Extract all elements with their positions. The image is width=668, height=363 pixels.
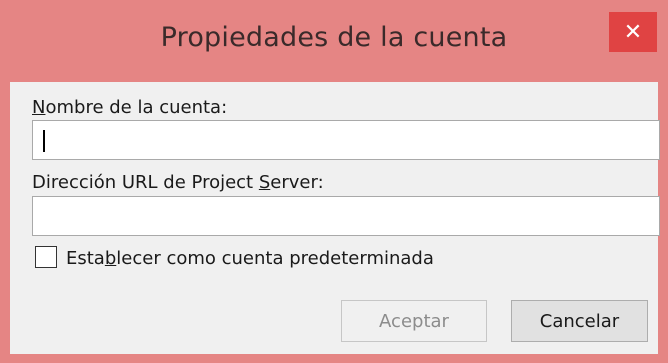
dialog-title: Propiedades de la cuenta xyxy=(160,22,508,53)
access-key-b: b xyxy=(104,248,117,269)
default-account-label[interactable]: Establecer como cuenta predeterminada xyxy=(66,248,434,269)
title-bar[interactable]: Propiedades de la cuenta ✕ xyxy=(0,0,668,82)
close-button[interactable]: ✕ xyxy=(609,12,657,52)
access-key-s: S xyxy=(258,172,271,193)
server-url-label: Dirección URL de Project Server: xyxy=(32,172,324,193)
account-name-label: Nombre de la cuenta: xyxy=(32,97,228,118)
dialog-body: Nombre de la cuenta: Dirección URL de Pr… xyxy=(10,82,660,354)
default-account-checkbox[interactable] xyxy=(35,246,57,268)
account-properties-dialog: Propiedades de la cuenta ✕ Nombre de la … xyxy=(0,0,668,363)
cancel-button[interactable]: Cancelar xyxy=(511,300,648,342)
account-name-input[interactable] xyxy=(32,120,660,160)
access-key-n: N xyxy=(32,97,46,118)
server-url-input[interactable] xyxy=(32,196,660,236)
text-caret xyxy=(43,130,45,152)
close-icon: ✕ xyxy=(623,19,643,45)
accept-button[interactable]: Aceptar xyxy=(341,300,487,342)
